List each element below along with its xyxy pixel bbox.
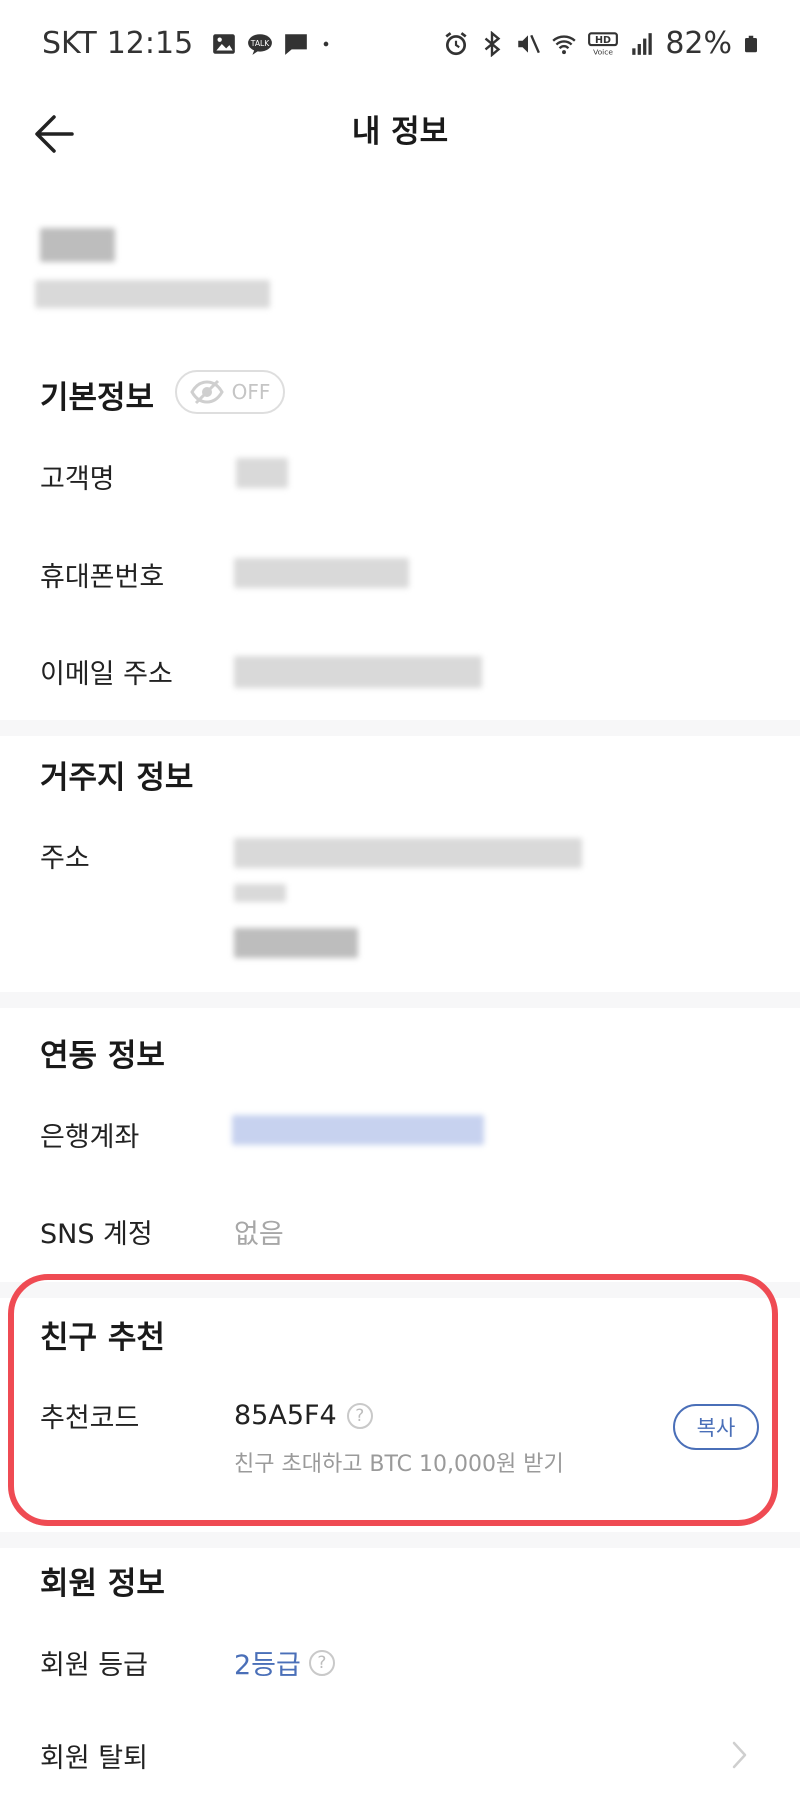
privacy-toggle[interactable]: OFF (175, 370, 285, 414)
membership-title: 회원 정보 (40, 1566, 165, 1602)
customer-name-redacted (236, 458, 288, 488)
email-label: 이메일 주소 (40, 659, 173, 690)
withdraw-label[interactable]: 회원 탈퇴 (40, 1736, 148, 1775)
sns-account-label: SNS 계정 (40, 1219, 153, 1250)
copy-button[interactable]: 복사 (673, 1404, 759, 1450)
profile-name-redacted (40, 228, 115, 262)
member-grade-label: 회원 등급 (40, 1650, 148, 1681)
svg-text:Voice: Voice (593, 47, 613, 56)
section-divider (0, 1282, 800, 1298)
referral-title: 친구 추천 (40, 1320, 165, 1356)
mute-icon (518, 34, 541, 53)
battery-icon (745, 35, 757, 52)
dot-icon (323, 41, 329, 46)
section-divider (0, 992, 800, 1008)
hd-voice-icon: HD Voice (588, 31, 619, 56)
address-label: 주소 (40, 843, 90, 874)
bank-account-redacted (232, 1115, 484, 1145)
status-bar: SKT 12:15 TALK HD Voice 82% (0, 0, 800, 92)
basic-info-title: 기본정보 (40, 380, 155, 416)
carrier: SKT (42, 26, 97, 61)
chevron-right-icon[interactable] (730, 1740, 750, 1770)
referral-help-icon[interactable]: ? (346, 1402, 373, 1429)
phone-redacted (234, 558, 409, 588)
section-divider (0, 1532, 800, 1548)
page-title: 내 정보 (351, 114, 449, 150)
signal-icon (632, 32, 653, 55)
member-grade-value[interactable]: 2등급 (234, 1643, 301, 1682)
clock: 12:15 (106, 26, 194, 61)
address-line3-redacted (234, 928, 358, 958)
profile-id-redacted (35, 280, 270, 308)
referral-description: 친구 초대하고 BTC 10,000원 받기 (234, 1452, 564, 1477)
phone-label: 휴대폰번호 (40, 562, 165, 593)
svg-text:TALK: TALK (250, 39, 270, 48)
privacy-toggle-label: OFF (231, 380, 271, 404)
eye-off-icon (189, 379, 224, 405)
referral-code-row: 85A5F4 ? (234, 1400, 373, 1431)
sns-account-value: 없음 (234, 1219, 284, 1250)
email-redacted (234, 656, 482, 688)
status-left: SKT 12:15 TALK (42, 26, 333, 61)
message-icon (285, 33, 308, 55)
referral-code-value: 85A5F4 (234, 1400, 337, 1431)
alarm-icon (445, 31, 467, 55)
residence-title: 거주지 정보 (40, 760, 194, 796)
app-header: 내 정보 (0, 92, 800, 224)
linked-info-title: 연동 정보 (40, 1038, 165, 1074)
battery-percent: 82% (665, 26, 732, 61)
member-grade-row: 2등급 ? (234, 1643, 335, 1682)
customer-name-label: 고객명 (40, 464, 115, 495)
kakaotalk-icon: TALK (248, 33, 273, 55)
address-line1-redacted (234, 838, 582, 868)
gallery-icon (213, 33, 236, 54)
grade-help-icon[interactable]: ? (308, 1649, 335, 1676)
address-line2-redacted (234, 884, 286, 902)
bluetooth-icon (485, 30, 501, 57)
svg-text:HD: HD (595, 34, 611, 45)
referral-code-label: 추천코드 (40, 1403, 140, 1434)
status-right: HD Voice 82% (443, 26, 760, 61)
wifi-icon (552, 34, 576, 54)
bank-account-label: 은행계좌 (40, 1122, 140, 1153)
section-divider (0, 720, 800, 736)
